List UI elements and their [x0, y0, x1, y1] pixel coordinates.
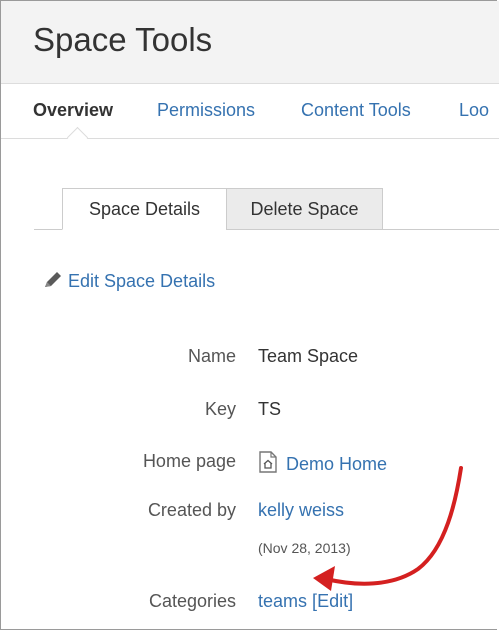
created-by-label: Created by	[147, 500, 236, 520]
page-title: Space Tools	[33, 21, 213, 58]
key-value: TS	[258, 399, 282, 419]
categories-edit-link[interactable]: Edit	[317, 591, 348, 611]
key-label: Key	[204, 399, 236, 419]
category-teams-link[interactable]: teams	[258, 591, 307, 611]
nav-item-content-tools[interactable]: Content Tools	[301, 100, 411, 121]
nav-item-look-and-feel[interactable]: Loo	[459, 100, 489, 121]
page-home-icon	[259, 451, 277, 473]
name-label: Name	[187, 346, 236, 366]
header: Space Tools	[1, 1, 499, 84]
nav-item-overview[interactable]: Overview	[33, 100, 113, 121]
edit-space-details-label: Edit Space Details	[68, 271, 216, 291]
home-page-value: Demo Home	[286, 454, 388, 474]
tab-space-details[interactable]: Space Details	[62, 188, 227, 230]
home-page-link[interactable]: Demo Home	[258, 451, 387, 475]
created-by-user-link[interactable]: kelly weiss	[258, 500, 344, 521]
nav-item-permissions[interactable]: Permissions	[157, 100, 255, 121]
tab-delete-space[interactable]: Delete Space	[226, 188, 383, 230]
home-page-label: Home page	[142, 451, 236, 471]
categories-edit-close-bracket: ]	[348, 591, 354, 611]
pencil-icon	[45, 272, 61, 287]
created-date: (Nov 28, 2013)	[258, 540, 351, 556]
categories-value-group: teams [Edit]	[258, 591, 353, 612]
categories-label: Categories	[148, 591, 236, 611]
name-value: Team Space	[258, 346, 359, 366]
edit-space-details-link[interactable]: Edit Space Details	[42, 271, 215, 292]
